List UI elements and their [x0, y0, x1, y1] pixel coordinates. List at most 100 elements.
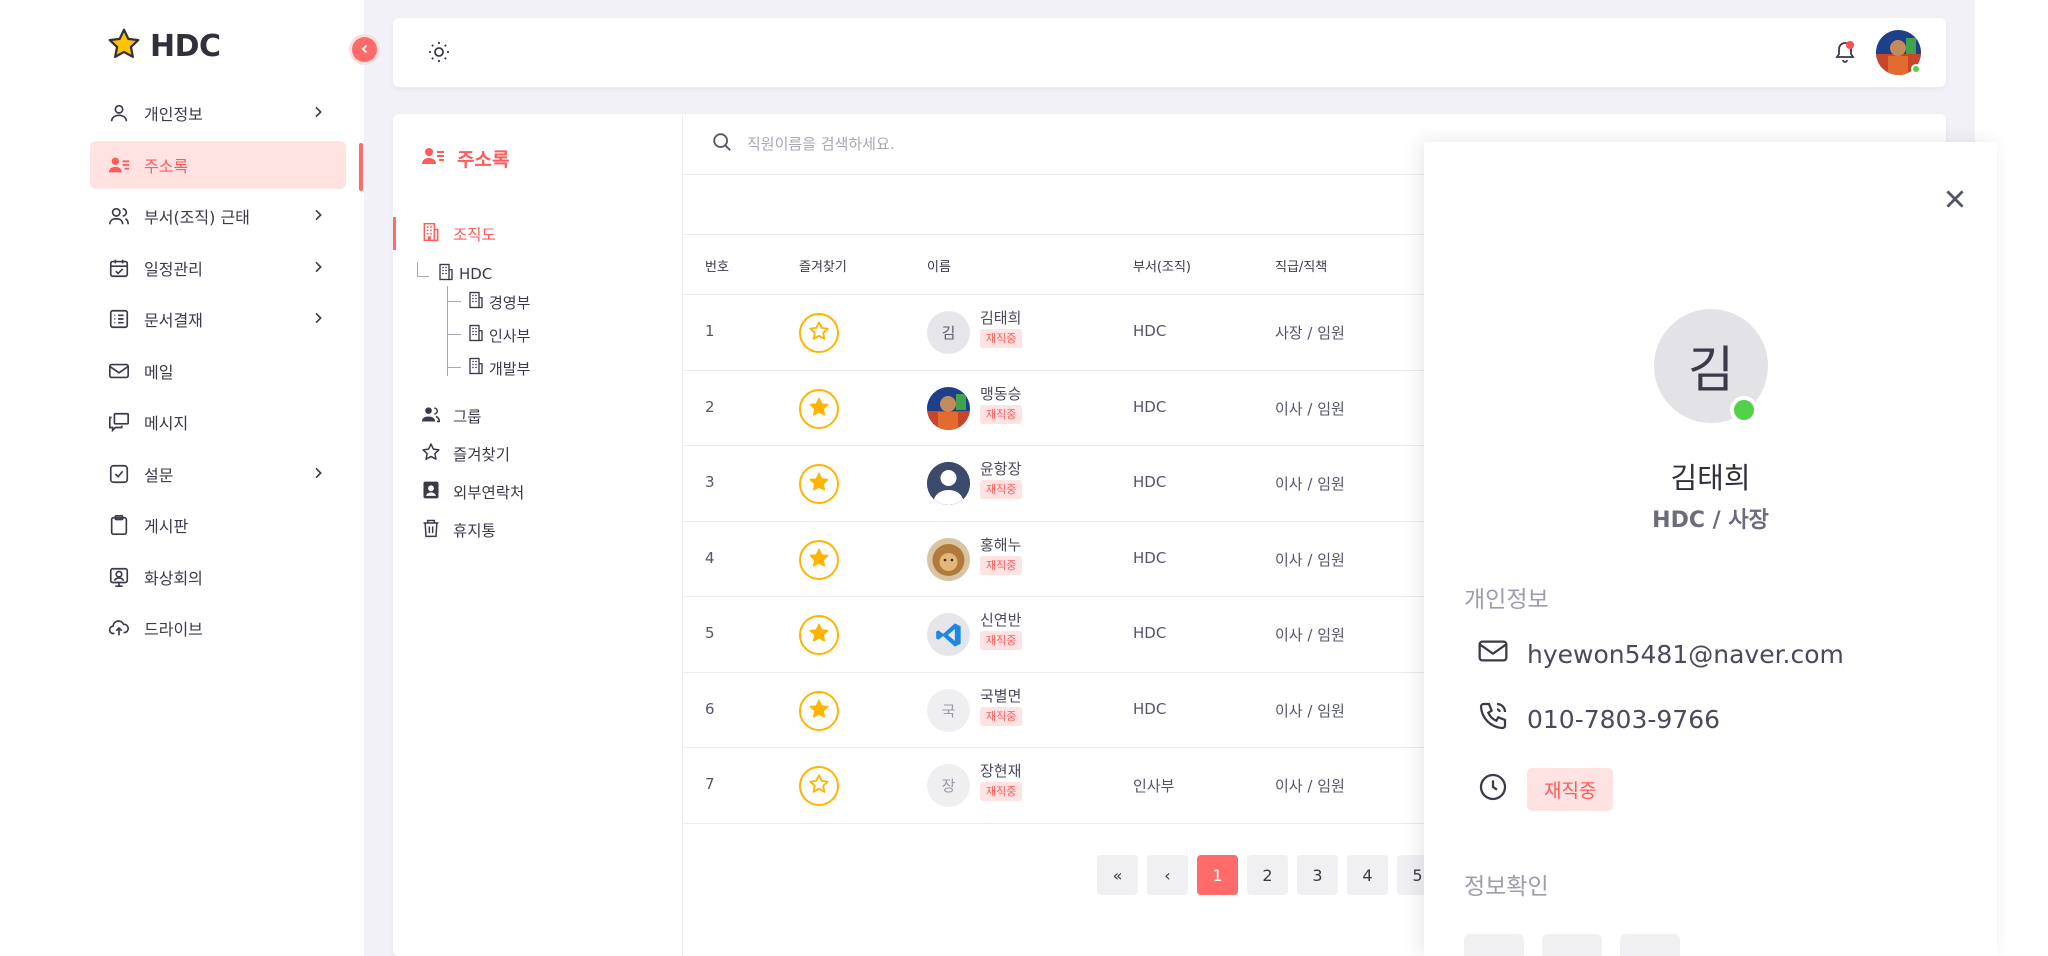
building-icon: [437, 263, 455, 285]
status-badge: 재직중: [980, 706, 1023, 726]
search-icon: [711, 131, 733, 157]
tree-line: [417, 276, 429, 277]
sidebar-item-label: 일정관리: [144, 259, 203, 279]
row-number: 7: [705, 775, 715, 793]
survey-check-icon: [108, 463, 130, 485]
avatar: [927, 613, 970, 656]
sidebar-item-video-conference[interactable]: 화상회의: [90, 553, 346, 601]
info-action-button[interactable]: [1620, 934, 1680, 956]
sidebar-item-approval[interactable]: 문서결재: [90, 295, 346, 343]
employee-name: 맹동승: [980, 384, 1022, 403]
star-logo-icon: [106, 26, 142, 66]
sidebar-item-label: 부서(조직) 근태: [144, 208, 250, 227]
info-action-button[interactable]: [1464, 934, 1524, 956]
chevron-right-icon: [310, 310, 326, 330]
clipboard-icon: [108, 514, 130, 536]
message-icon: [108, 411, 130, 433]
building-icon: [467, 291, 485, 313]
close-icon[interactable]: [1942, 186, 1968, 216]
sidebar-item-drive[interactable]: 드라이브: [90, 604, 346, 652]
sidebar-item-attendance[interactable]: 부서(조직) 근태: [90, 192, 346, 240]
email-row[interactable]: hyewon5481@naver.com: [1477, 635, 1844, 673]
favorite-toggle-button[interactable]: [799, 464, 839, 504]
sidebar-item-label: 화상회의: [144, 568, 203, 588]
users-icon: [108, 205, 130, 227]
sidebar-item-label: 설문: [144, 465, 174, 485]
star-filled-icon: [808, 471, 830, 497]
first-page-button[interactable]: «: [1097, 855, 1138, 895]
row-number: 1: [705, 322, 715, 340]
trash-item[interactable]: 휴지통: [421, 518, 496, 542]
row-number: 6: [705, 699, 715, 718]
column-header-rank: 직급/직책: [1275, 260, 1328, 275]
favorite-toggle-button[interactable]: [799, 388, 839, 429]
sidebar-item-mail[interactable]: 메일: [90, 347, 346, 395]
status-badge: 재직중: [1527, 768, 1614, 811]
favorite-toggle-button[interactable]: [799, 539, 839, 580]
sidebar-item-schedule[interactable]: 일정관리: [90, 244, 346, 292]
cloud-upload-icon: [108, 617, 130, 639]
column-header-favorite: 즐겨찾기: [799, 260, 847, 275]
favorite-toggle-button[interactable]: [799, 766, 839, 806]
sidebar-item-survey[interactable]: 설문: [90, 450, 346, 498]
column-header-name: 이름: [927, 260, 951, 275]
tree-line: [447, 367, 461, 368]
employee-name: 홍해누: [980, 535, 1022, 554]
page-button[interactable]: 2: [1247, 855, 1288, 895]
logo[interactable]: HDC: [106, 26, 221, 66]
info-action-button[interactable]: [1542, 934, 1602, 956]
favorites-item[interactable]: 즐겨찾기: [421, 442, 510, 466]
favorite-toggle-button[interactable]: [799, 615, 839, 655]
name-cell: 홍해누 재직중: [980, 535, 1023, 575]
sidebar-item-message[interactable]: 메시지: [90, 398, 346, 446]
group-item[interactable]: 그룹: [421, 404, 482, 428]
sidebar-collapse-button[interactable]: [352, 37, 377, 62]
sidebar-item-address-book[interactable]: 주소록: [90, 140, 346, 189]
tree-node-child[interactable]: 경영부: [467, 291, 530, 313]
phone-row[interactable]: 010-7803-9766: [1477, 700, 1720, 738]
tree-line: [447, 286, 448, 376]
row-number: 5: [705, 624, 715, 642]
avatar: [927, 386, 970, 430]
page-button[interactable]: 4: [1347, 855, 1388, 895]
chevron-right-icon: [310, 465, 326, 485]
favorite-toggle-button[interactable]: [799, 313, 839, 353]
page-button[interactable]: 1: [1197, 855, 1238, 895]
employee-detail-panel: 김 김태희 HDC / 사장 개인정보 hyewon5481@naver.com…: [1424, 142, 1997, 956]
page-button[interactable]: 3: [1297, 855, 1338, 895]
star-filled-icon: [808, 396, 830, 422]
name-cell: 맹동승 재직중: [980, 384, 1023, 424]
rank-cell: 이사 / 임원: [1275, 626, 1345, 644]
star-outline-icon: [808, 320, 830, 346]
prev-page-button[interactable]: ‹: [1147, 855, 1188, 895]
org-chart-item[interactable]: 조직도: [421, 222, 496, 246]
bell-notification-icon[interactable]: [1833, 40, 1857, 68]
avatar: 김: [927, 311, 970, 354]
tree-node-child[interactable]: 개발부: [467, 357, 530, 379]
star-filled-icon: [808, 547, 830, 573]
logo-text: HDC: [150, 28, 221, 64]
tree-line: [417, 262, 418, 276]
building-icon: [421, 222, 441, 246]
column-header-dept: 부서(조직): [1133, 260, 1191, 275]
dept-cell: HDC: [1133, 473, 1167, 491]
sidebar-nav: 개인정보 주소록 부서(조직) 근태 일정관리 문서결재 메일 메시지 설문 게…: [90, 89, 346, 656]
phone-icon: [1477, 700, 1509, 738]
tree-node-root[interactable]: HDC: [437, 263, 492, 285]
tree-node-child[interactable]: 인사부: [467, 324, 530, 346]
favorite-toggle-button[interactable]: [799, 690, 839, 731]
external-contacts-item[interactable]: 외부연락처: [421, 480, 524, 504]
chevron-right-icon: [310, 104, 326, 124]
employee-name: 김태희: [1670, 461, 1751, 495]
sidebar-item-board[interactable]: 게시판: [90, 501, 346, 549]
phone-value: 010-7803-9766: [1527, 704, 1721, 734]
contacts-icon: [108, 154, 130, 176]
dept-cell: HDC: [1133, 624, 1167, 642]
sun-theme-toggle-icon[interactable]: [427, 40, 451, 68]
trash-icon: [421, 518, 441, 542]
sidebar-item-personal-info[interactable]: 개인정보: [90, 89, 346, 137]
online-status-dot: [1911, 64, 1921, 74]
contacts-icon: [421, 144, 445, 173]
employee-search-input[interactable]: [747, 135, 1247, 153]
name-cell: 김태희 재직중: [980, 309, 1023, 348]
